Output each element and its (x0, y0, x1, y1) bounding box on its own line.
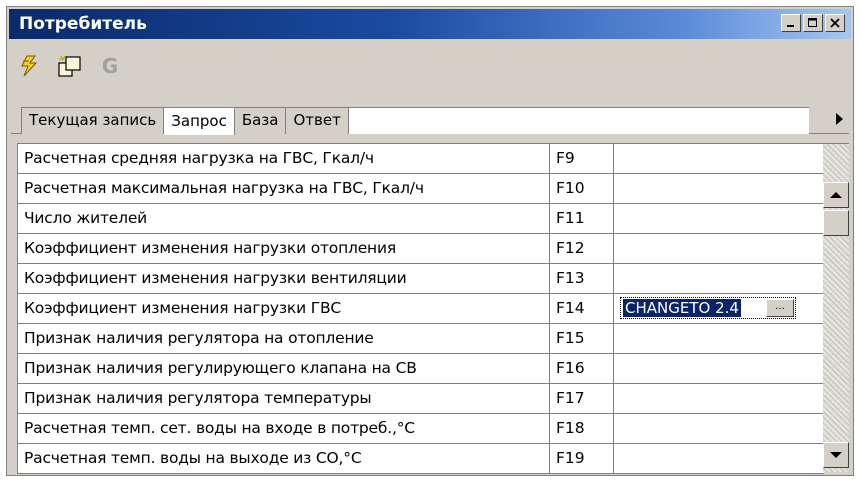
maximize-icon (808, 18, 817, 27)
row-code: F17 (550, 384, 614, 413)
row-code: F14 (550, 294, 614, 323)
value-input[interactable]: CHANGETO 2.4 (623, 299, 741, 317)
row-name: Признак наличия регулирующего клапана на… (18, 354, 550, 383)
row-code: F13 (550, 264, 614, 293)
tab-base[interactable]: База (234, 108, 287, 134)
window-controls (781, 14, 845, 32)
row-name: Расчетная темп. воды на выходе из СО,°С (18, 444, 550, 473)
row-name: Коэффициент изменения нагрузки ГВС (18, 294, 550, 323)
row-value-cell[interactable]: CHANGETO 2.4 ... (614, 294, 824, 323)
value-editor[interactable]: CHANGETO 2.4 ... (620, 297, 796, 319)
row-code: F10 (550, 174, 614, 203)
row-code: F9 (550, 144, 614, 173)
table-row[interactable]: Коэффициент изменения нагрузки вентиляци… (18, 264, 824, 294)
row-value-cell[interactable] (614, 354, 824, 383)
table-row[interactable]: Расчетная максимальная нагрузка на ГВС, … (18, 174, 824, 204)
consumer-window: Потребитель G Текущая запись Запрос База… (6, 6, 854, 476)
table-row[interactable]: Признак наличия регулятора температуры F… (18, 384, 824, 414)
tab-bar: Текущая запись Запрос База Ответ (11, 99, 849, 135)
scroll-thumb[interactable] (823, 210, 849, 236)
row-name: Расчетная максимальная нагрузка на ГВС, … (18, 174, 550, 203)
maximize-button[interactable] (803, 14, 823, 32)
title-bar[interactable]: Потребитель (9, 9, 851, 39)
table-row[interactable]: Коэффициент изменения нагрузки ГВС F14 C… (18, 294, 824, 324)
table-row[interactable]: Расчетная средняя нагрузка на ГВС, Гкал/… (18, 144, 824, 174)
vertical-scrollbar[interactable] (823, 143, 849, 472)
row-value-cell[interactable] (614, 444, 824, 473)
toolbar: G (17, 45, 123, 87)
minimize-icon (787, 25, 794, 27)
row-value-cell[interactable] (614, 234, 824, 263)
row-name: Признак наличия регулятора температуры (18, 384, 550, 413)
tab-scroll-right-icon[interactable] (836, 113, 843, 125)
close-icon (830, 18, 840, 28)
row-code: F15 (550, 324, 614, 353)
row-name: Коэффициент изменения нагрузки вентиляци… (18, 264, 550, 293)
new-record-button[interactable] (57, 53, 83, 79)
scroll-up-button[interactable] (823, 182, 849, 208)
tab-response[interactable]: Ответ (286, 108, 349, 134)
minimize-button[interactable] (781, 14, 801, 32)
scroll-down-button[interactable] (823, 442, 849, 468)
row-value-cell[interactable] (614, 174, 824, 203)
row-code: F16 (550, 354, 614, 383)
arrow-up-icon (830, 192, 842, 198)
row-value-cell[interactable] (614, 204, 824, 233)
ellipsis-button[interactable]: ... (766, 299, 794, 317)
row-code: F18 (550, 414, 614, 443)
row-value-cell[interactable] (614, 324, 824, 353)
g-button[interactable]: G (97, 53, 123, 79)
window-title: Потребитель (19, 14, 147, 34)
execute-button[interactable] (17, 53, 43, 79)
row-code: F11 (550, 204, 614, 233)
row-name: Число жителей (18, 204, 550, 233)
property-grid: Расчетная средняя нагрузка на ГВС, Гкал/… (17, 143, 824, 474)
row-value-cell[interactable] (614, 414, 824, 443)
tabs: Текущая запись Запрос База Ответ (21, 107, 809, 135)
table-row[interactable]: Расчетная темп. воды на выходе из СО,°С … (18, 444, 824, 474)
close-button[interactable] (825, 14, 845, 32)
row-name: Расчетная темп. сет. воды на входе в пот… (18, 414, 550, 443)
new-document-icon (58, 55, 81, 77)
table-row[interactable]: Коэффициент изменения нагрузки отопления… (18, 234, 824, 264)
table-row[interactable]: Признак наличия регулятора на отопление … (18, 324, 824, 354)
row-name: Расчетная средняя нагрузка на ГВС, Гкал/… (18, 144, 550, 173)
row-value-cell[interactable] (614, 384, 824, 413)
table-row[interactable]: Число жителей F11 (18, 204, 824, 234)
g-icon: G (101, 54, 119, 78)
row-code: F12 (550, 234, 614, 263)
arrow-down-icon (830, 452, 842, 458)
row-code: F19 (550, 444, 614, 473)
lightning-icon (21, 55, 38, 77)
row-name: Коэффициент изменения нагрузки отопления (18, 234, 550, 263)
tab-current-record[interactable]: Текущая запись (22, 108, 165, 134)
row-value-cell[interactable] (614, 144, 824, 173)
row-name: Признак наличия регулятора на отопление (18, 324, 550, 353)
table-row[interactable]: Признак наличия регулирующего клапана на… (18, 354, 824, 384)
table-row[interactable]: Расчетная темп. сет. воды на входе в пот… (18, 414, 824, 444)
row-value-cell[interactable] (614, 264, 824, 293)
tab-query[interactable]: Запрос (164, 108, 235, 135)
